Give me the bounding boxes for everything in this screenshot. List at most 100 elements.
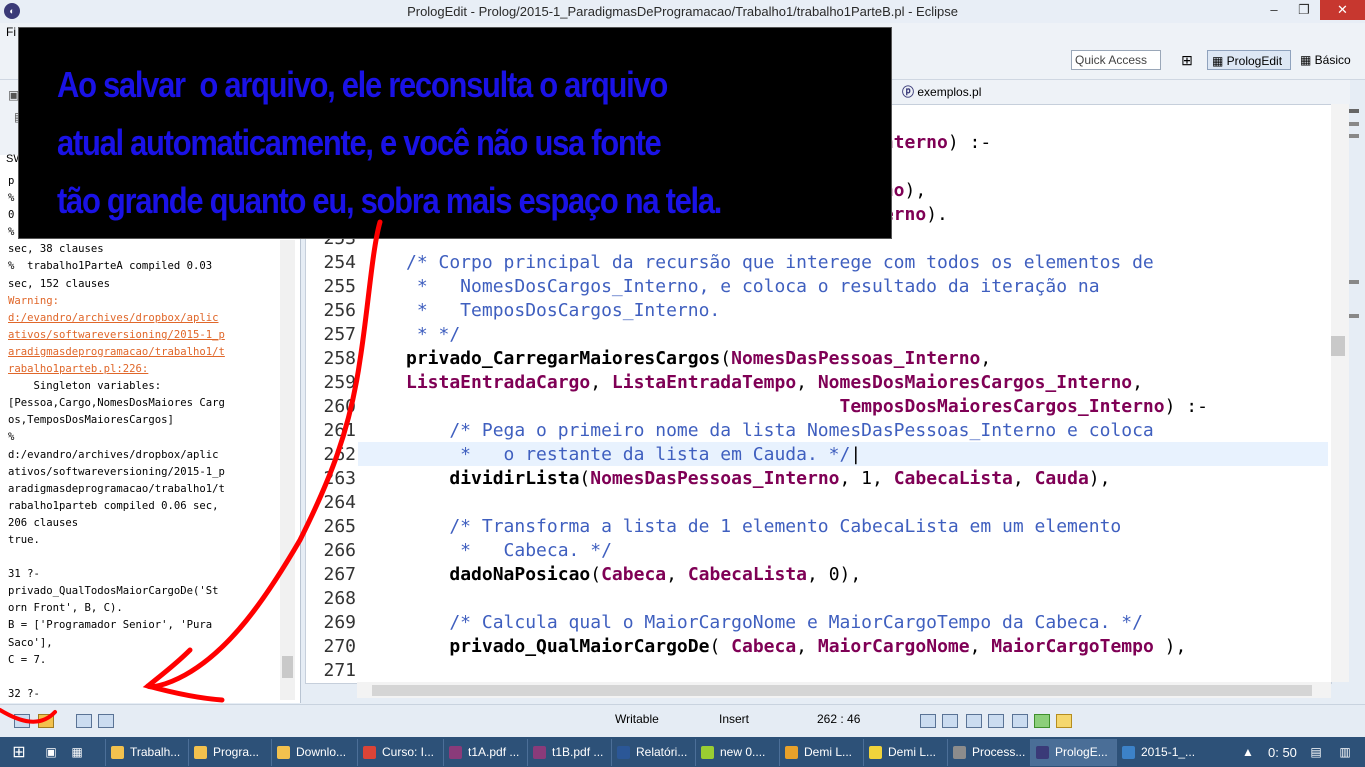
screen-icon[interactable]: ▣ (38, 739, 64, 766)
console-icon[interactable] (1012, 714, 1028, 728)
editor-vertical-scrollbar-thumb[interactable] (1331, 336, 1345, 356)
taskbar-item[interactable]: Demi L... (863, 739, 947, 766)
desktop-icon[interactable]: ▥ (1330, 739, 1360, 766)
taskbar-item[interactable]: Curso: I... (357, 739, 443, 766)
taskbar-item[interactable]: Demi L... (779, 739, 863, 766)
console-line: Warning: (8, 294, 60, 307)
console-line[interactable]: rabalho1parteb.pl:226: (8, 361, 283, 378)
code-token: MaiorCargoNome (817, 636, 970, 657)
taskbar-item-label: 2015-1_... (1141, 745, 1196, 759)
app-icon (953, 746, 966, 759)
run-icon[interactable] (1034, 714, 1050, 728)
ruler-mark[interactable] (1349, 122, 1359, 126)
ruler-mark[interactable] (1349, 109, 1359, 113)
tray-expand-icon[interactable]: ▲ (1236, 739, 1260, 766)
app-icon (277, 746, 290, 759)
taskbar-item-label: Curso: I... (382, 745, 435, 759)
overview-ruler[interactable] (1347, 104, 1365, 682)
line-number: 259 (323, 372, 356, 393)
fast-view-icon[interactable] (14, 714, 30, 728)
line-number: 266 (323, 540, 356, 561)
code-token: ( (720, 348, 732, 369)
open-perspective-icon[interactable]: ⊞ (1178, 50, 1196, 70)
line-number: 268 (323, 588, 356, 609)
console-scrollbar-thumb[interactable] (282, 656, 293, 678)
restore-icon[interactable] (920, 714, 936, 728)
taskbar-item-label: new 0.... (720, 745, 766, 759)
taskbar-item[interactable]: Downlo... (271, 739, 357, 766)
code-token: , (969, 636, 992, 657)
code-token: /* Calcula qual o MaiorCargoNome e Maior… (406, 612, 1143, 633)
clock: 0: 50 (1268, 745, 1297, 760)
code-token: , (796, 372, 818, 393)
code-token: Cabeca (731, 636, 797, 657)
taskbar-item[interactable]: PrologE... (1030, 739, 1116, 766)
code-token: * TemposDosCargos_Interno. (406, 300, 721, 321)
editor-horizontal-scrollbar-thumb[interactable] (372, 685, 1312, 696)
ruler-mark[interactable] (1349, 280, 1359, 284)
taskbar-item-label: Downlo... (296, 745, 347, 759)
restore-view-icon[interactable] (76, 714, 92, 728)
code-token: ) :- (1164, 396, 1208, 417)
taskbar-item[interactable]: new 0.... (695, 739, 779, 766)
quick-access-input[interactable]: Quick Access (1071, 50, 1161, 70)
taskbar-item[interactable]: t1A.pdf ... (443, 739, 527, 766)
perspective-basico-button[interactable]: ▦ Básico (1298, 50, 1360, 70)
windows-start-icon[interactable]: ⊞ (0, 739, 38, 766)
console-line[interactable]: d:/evandro/archives/dropbox/aplic (8, 310, 283, 327)
calculator-icon[interactable]: ▦ (64, 739, 90, 766)
taskbar-item[interactable]: Relatóri... (611, 739, 695, 766)
console-line[interactable]: aradigmasdeprogramacao/trabalho1/t (8, 344, 283, 361)
console-line[interactable]: ativos/softwareversioning/2015-1_p (8, 327, 283, 344)
ruler-mark[interactable] (1349, 314, 1359, 318)
taskbar-item[interactable]: Progra... (188, 739, 271, 766)
view-icon[interactable] (988, 714, 1004, 728)
maximize-button[interactable]: ❐ (1290, 0, 1318, 20)
code-text: dividirLista(NomesDasPessoas_Interno, 1,… (406, 467, 1110, 491)
tools-icon[interactable] (1056, 714, 1072, 728)
code-token: CabecaLista (893, 468, 1013, 489)
menu-file[interactable]: Fi (6, 25, 16, 39)
ruler-mark[interactable] (1349, 134, 1359, 138)
console-line: os,TemposDosMaioresCargos] (8, 414, 174, 427)
close-button[interactable]: ✕ (1320, 0, 1365, 20)
taskbar-item[interactable]: Process... (947, 739, 1030, 766)
code-token: ), (1088, 468, 1111, 489)
app-icon (194, 746, 207, 759)
editor-tab-exemplos[interactable]: ⓟ exemplos.pl (902, 82, 981, 102)
console-line: rabalho1parteb compiled 0.06 sec, (8, 499, 219, 512)
code-token: /* Corpo principal da recursão que inter… (406, 252, 1154, 273)
console-line: C = 7. (8, 653, 47, 666)
notification-icon[interactable]: ▤ (1305, 739, 1327, 766)
taskbar-item[interactable]: Trabalh... (105, 739, 188, 766)
code-token: ( (590, 564, 602, 585)
code-token: | (850, 444, 862, 465)
view-icon[interactable] (942, 714, 958, 728)
console-line: 206 clauses (8, 516, 79, 529)
outline-view-icon[interactable] (98, 714, 114, 728)
line-number: 264 (323, 492, 356, 513)
taskbar-item-label: Demi L... (804, 745, 853, 759)
console-output[interactable]: p% 0% sec, 38 clauses% trabalho1ParteA com… (8, 173, 283, 700)
view-icon[interactable] (966, 714, 982, 728)
code-text: privado_CarregarMaioresCargos(NomesDasPe… (406, 347, 991, 371)
console-scrollbar[interactable] (280, 240, 295, 700)
console-line: % trabalho1ParteA compiled 0.03 (8, 260, 213, 273)
taskbar-item[interactable]: t1B.pdf ... (527, 739, 611, 766)
perspective-prologedit-label: PrologEdit (1226, 54, 1283, 68)
app-icon (533, 746, 546, 759)
console-line: Singleton variables: (8, 380, 162, 393)
perspective-prologedit-button[interactable]: ▦ PrologEdit (1207, 50, 1291, 70)
code-text: ListaEntradaCargo, ListaEntradaTempo, No… (406, 371, 1143, 395)
code-token: MaiorCargoTempo (991, 636, 1154, 657)
line-number: 255 (323, 276, 356, 297)
taskbar-item-label: t1B.pdf ... (552, 745, 604, 759)
annotation-line: tão grande quanto eu, sobra mais espaço … (57, 180, 722, 221)
taskbar-item[interactable]: 2015-1_... (1116, 739, 1200, 766)
code-token: , (980, 348, 992, 369)
minimize-button[interactable]: – (1260, 0, 1288, 20)
code-token: ) :- (947, 132, 992, 153)
folder-icon[interactable] (38, 714, 54, 728)
console-line: [Pessoa,Cargo,NomesDosMaiores Carg (8, 397, 225, 410)
